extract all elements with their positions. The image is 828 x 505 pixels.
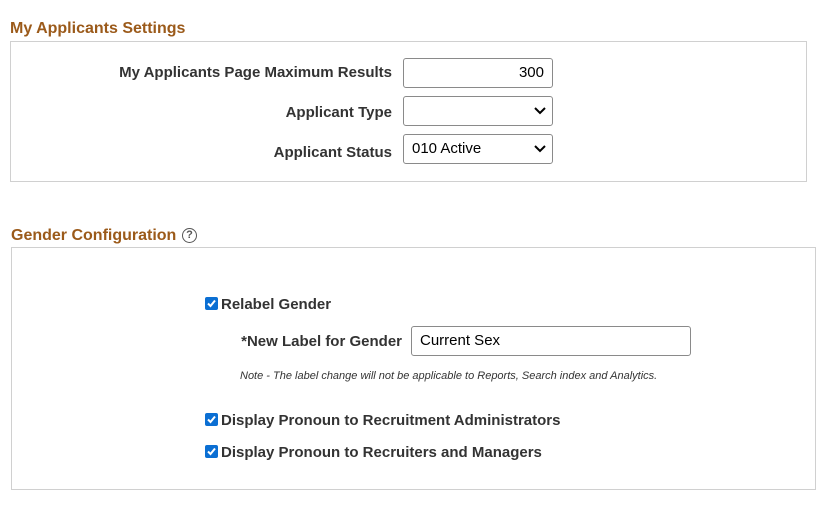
applicants-section-title: My Applicants Settings <box>10 20 186 37</box>
check-icon <box>207 299 216 308</box>
new-label-gender-label: *New Label for Gender <box>241 333 402 350</box>
applicant-type-select[interactable] <box>403 96 553 126</box>
new-label-gender-input[interactable]: Current Sex <box>411 326 691 356</box>
pronoun-admin-label: Display Pronoun to Recruitment Administr… <box>221 412 561 429</box>
applicant-status-select[interactable]: 010 Active <box>403 134 553 164</box>
max-results-label: My Applicants Page Maximum Results <box>119 64 392 81</box>
gender-section-title: Gender Configuration <box>11 227 177 244</box>
max-results-input[interactable]: 300 <box>403 58 553 88</box>
help-circle-icon[interactable]: ? <box>182 228 197 243</box>
pronoun-recruiters-label: Display Pronoun to Recruiters and Manage… <box>221 444 542 461</box>
relabel-note: Note - The label change will not be appl… <box>240 370 658 382</box>
relabel-gender-checkbox[interactable] <box>205 297 218 310</box>
applicant-type-label: Applicant Type <box>285 104 392 121</box>
pronoun-admin-checkbox[interactable] <box>205 413 218 426</box>
applicant-status-label: Applicant Status <box>273 144 392 161</box>
chevron-down-icon <box>534 145 546 153</box>
check-icon <box>207 447 216 456</box>
applicant-status-value: 010 Active <box>412 140 482 157</box>
check-icon <box>207 415 216 424</box>
relabel-gender-label: Relabel Gender <box>221 296 332 313</box>
pronoun-recruiters-checkbox[interactable] <box>205 445 218 458</box>
chevron-down-icon <box>534 107 546 115</box>
